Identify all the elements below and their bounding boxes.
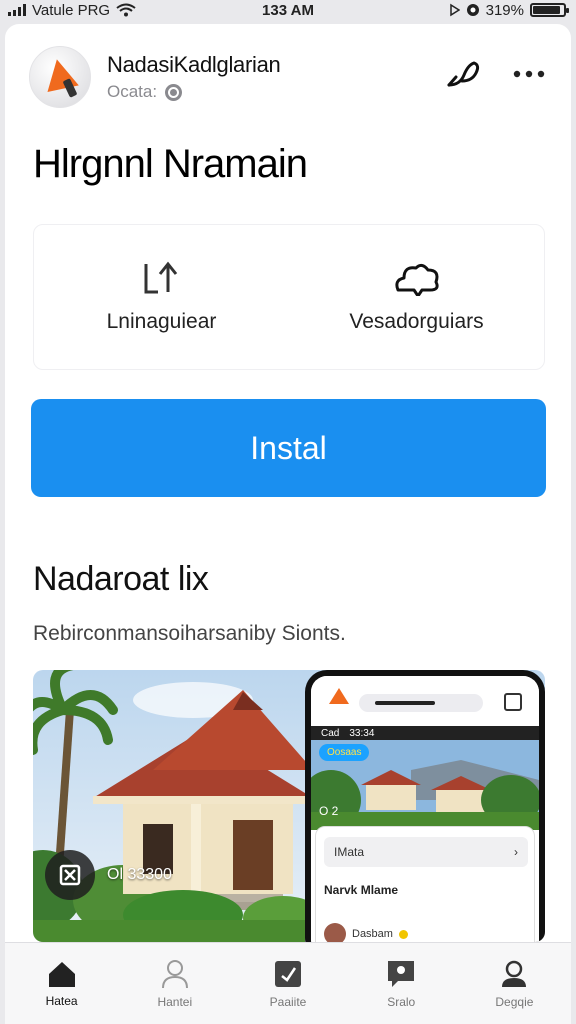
nav-label-home: Hatea xyxy=(45,993,78,1008)
nav-label-tag: Paaiite xyxy=(269,994,307,1009)
battery-fill xyxy=(533,6,560,14)
section-subtitle: Rebirconmansoiharsaniby Sionts. xyxy=(33,622,346,645)
header-actions xyxy=(445,56,547,92)
status-right: 319% xyxy=(449,0,569,20)
chart-arrow-icon xyxy=(144,261,177,294)
status-dot xyxy=(398,929,408,939)
app-subtitle: Ocata: xyxy=(107,82,183,102)
app-subtitle-text: Ocata: xyxy=(107,82,158,101)
phone-sheet-user-name: Dasbam xyxy=(352,928,393,940)
gallery-counter-text: Ol 33300 xyxy=(107,866,172,883)
app-name: NadasiKadlglarian xyxy=(107,52,281,77)
feature-label-1: Lninaguiear xyxy=(106,310,217,333)
chevron-right-icon: › xyxy=(514,845,518,859)
location-icon xyxy=(449,3,460,17)
more-dots-icon xyxy=(513,70,545,78)
phone-counter: O 2 xyxy=(319,804,339,818)
phone-sheet-title: Narvk Mlame xyxy=(324,883,399,897)
nav-item-home[interactable]: Hatea xyxy=(5,943,118,1024)
avatar xyxy=(324,923,346,942)
nav-item-tag[interactable]: Paaiite xyxy=(231,943,344,1024)
cloud-icon xyxy=(394,263,439,296)
nav-label-chat: Sralo xyxy=(387,994,416,1009)
install-button[interactable]: Instal xyxy=(31,399,546,497)
person-icon xyxy=(161,959,188,988)
battery-icon xyxy=(530,3,569,17)
features-panel: Lninaguiear Vesadorguiars xyxy=(33,224,545,370)
gallery-counter: Ol 33300 xyxy=(45,850,172,900)
phone-sheet: IMata › Narvk Mlame Dasbam xyxy=(315,826,535,942)
nav-label-person: Hantei xyxy=(157,994,193,1009)
settings-status-icon xyxy=(466,4,479,16)
app-header: NadasiKadlglarian Ocata: xyxy=(29,46,547,110)
phone-sheet-row-label: IMata xyxy=(334,845,365,859)
feature-item-1: Lninaguiear xyxy=(34,225,289,369)
nav-item-person[interactable]: Hantei xyxy=(118,943,231,1024)
status-bar: Vatule PRG 133 AM 319% xyxy=(0,0,576,20)
phone-screen: Cad 33:34 Oosaas O 2 IMata › Narvk Mlame… xyxy=(311,676,539,942)
app-detail-card: NadasiKadlglarian Ocata: Hlrgnnl Nramain xyxy=(5,24,571,1024)
phone-status-right: 33:34 xyxy=(349,727,375,739)
screenshot-gallery[interactable]: Ol 33300 Cad 33:34 Oosaas O 2 IMata › Na… xyxy=(33,670,545,942)
page-title: Hlrgnnl Nramain xyxy=(33,142,308,186)
home-icon xyxy=(48,961,75,987)
chat-icon xyxy=(388,960,415,987)
battery-percent: 319% xyxy=(485,1,524,19)
profile-icon xyxy=(502,960,527,987)
nav-item-chat[interactable]: Sralo xyxy=(345,943,458,1024)
phone-status: Cad 33:34 xyxy=(311,726,539,740)
nav-label-profile: Degqie xyxy=(495,994,534,1009)
gallery-icon xyxy=(45,850,95,900)
phone-pill: Oosaas xyxy=(319,744,370,761)
more-button[interactable] xyxy=(511,56,547,92)
feature-label-2: Vesadorguiars xyxy=(349,310,484,333)
nav-item-profile[interactable]: Degqie xyxy=(458,943,571,1024)
tag-icon xyxy=(275,960,301,987)
phone-sheet-user: Dasbam xyxy=(324,923,408,942)
share-button[interactable] xyxy=(445,56,481,92)
bottom-nav: Hatea Hantei Paaiite Sralo Degqie xyxy=(5,942,571,1024)
share-icon xyxy=(447,61,480,87)
globe-icon xyxy=(165,83,183,101)
feature-item-2: Vesadorguiars xyxy=(289,225,544,369)
phone-sheet-row: IMata › xyxy=(324,837,528,867)
phone-screenshot: Cad 33:34 Oosaas O 2 IMata › Narvk Mlame… xyxy=(305,670,545,942)
app-logo xyxy=(29,46,91,108)
phone-status-left: Cad xyxy=(321,727,340,739)
section-title: Nadaroat lix xyxy=(33,560,209,598)
phone-top-bar xyxy=(311,676,539,726)
